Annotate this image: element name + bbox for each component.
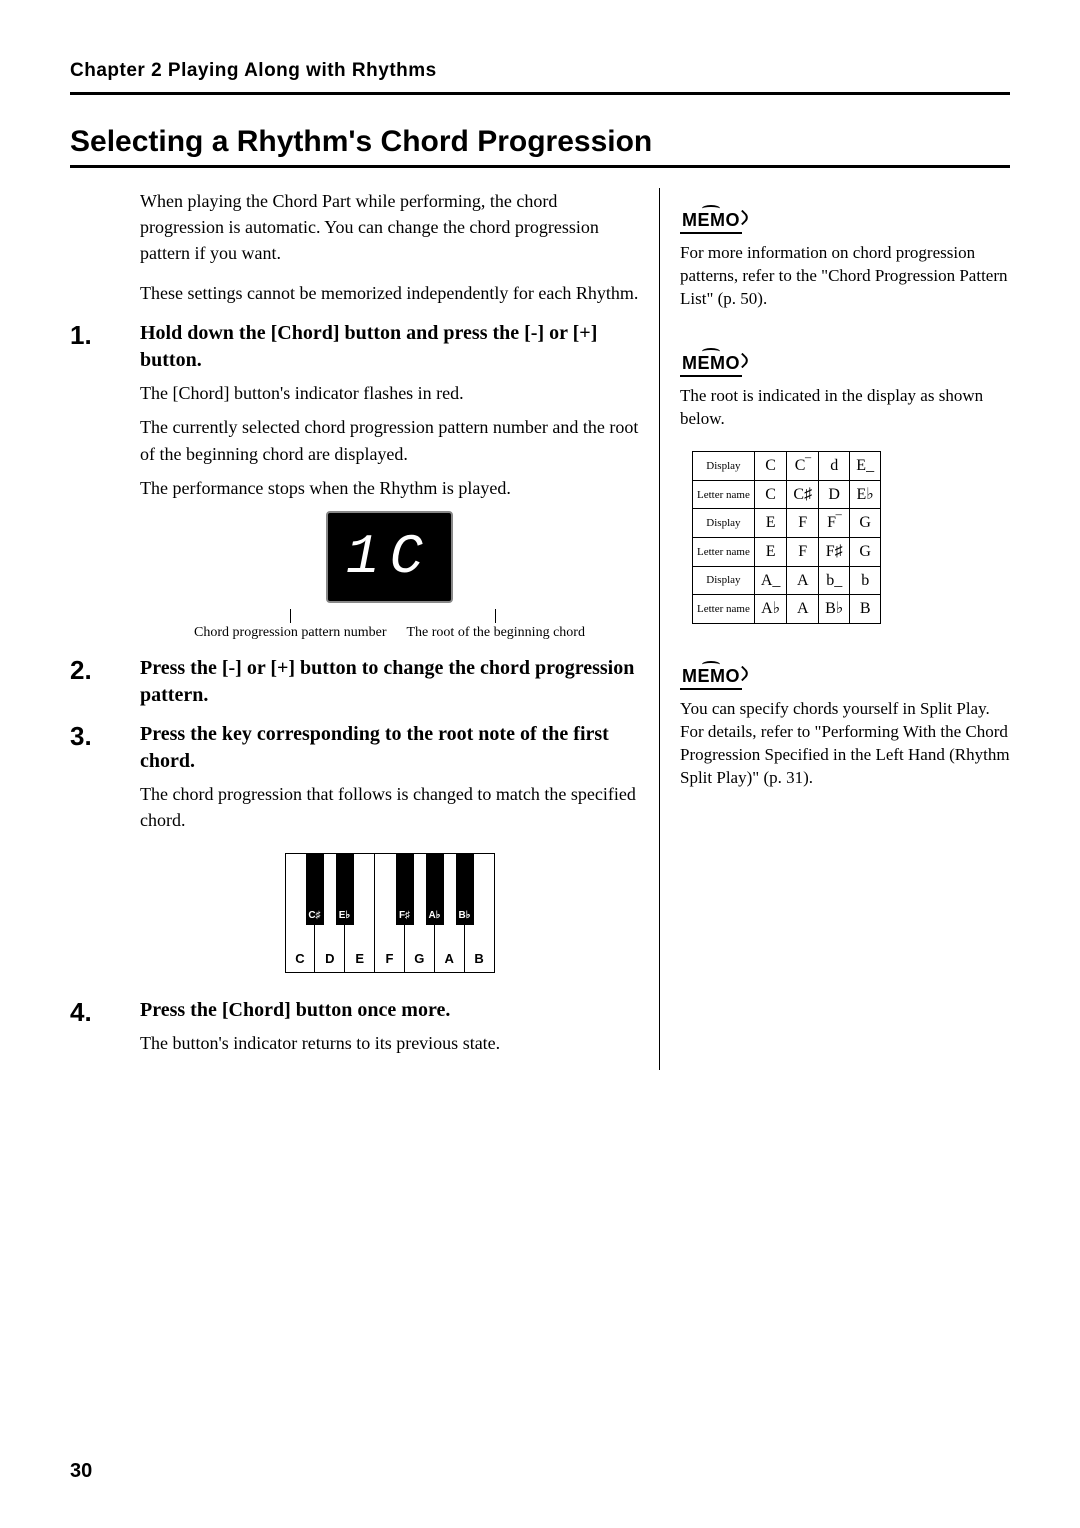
step-text: The chord progression that follows is ch… bbox=[140, 781, 639, 833]
callout-right: The root of the beginning chord bbox=[407, 609, 585, 641]
lcd-text: 1C bbox=[346, 525, 433, 589]
black-key: F♯ bbox=[396, 853, 414, 925]
memo-icon: MEMO bbox=[680, 664, 742, 690]
step-heading: Press the key corresponding to the root … bbox=[140, 721, 639, 775]
black-key: A♭ bbox=[426, 853, 444, 925]
step-3: 3. Press the key corresponding to the ro… bbox=[70, 721, 639, 991]
intro-paragraph: These settings cannot be memorized indep… bbox=[140, 280, 639, 306]
step-number: 1. bbox=[70, 320, 140, 648]
memo-text: The root is indicated in the display as … bbox=[680, 385, 1010, 431]
step-number: 4. bbox=[70, 997, 140, 1064]
step-1: 1. Hold down the [Chord] button and pres… bbox=[70, 320, 639, 648]
black-key: B♭ bbox=[456, 853, 474, 925]
memo-text: You can specify chords yourself in Split… bbox=[680, 698, 1010, 790]
step-heading: Hold down the [Chord] button and press t… bbox=[140, 320, 639, 374]
step-text: The currently selected chord progression… bbox=[140, 414, 639, 466]
page-number: 30 bbox=[70, 1460, 92, 1483]
memo-text: For more information on chord progressio… bbox=[680, 242, 1010, 311]
intro-paragraph: When playing the Chord Part while perfor… bbox=[140, 188, 639, 266]
black-key: C♯ bbox=[306, 853, 324, 925]
lcd-figure: 1C Chord progression pattern number The … bbox=[140, 511, 639, 641]
black-key: E♭ bbox=[336, 853, 354, 925]
main-column: When playing the Chord Part while perfor… bbox=[70, 188, 660, 1070]
callout-left: Chord progression pattern number bbox=[194, 609, 386, 641]
section-title: Selecting a Rhythm's Chord Progression bbox=[70, 125, 1010, 168]
step-2: 2. Press the [-] or [+] button to change… bbox=[70, 655, 639, 715]
memo-icon: MEMO bbox=[680, 208, 742, 234]
side-column: MEMO For more information on chord progr… bbox=[680, 188, 1010, 1070]
root-display-table: DisplayCC‾dE_ Letter nameCC♯DE♭ DisplayE… bbox=[692, 451, 881, 624]
chapter-header: Chapter 2 Playing Along with Rhythms bbox=[70, 60, 1010, 92]
step-number: 2. bbox=[70, 655, 140, 715]
step-heading: Press the [-] or [+] button to change th… bbox=[140, 655, 639, 709]
step-text: The [Chord] button's indicator flashes i… bbox=[140, 380, 639, 406]
step-heading: Press the [Chord] button once more. bbox=[140, 997, 639, 1024]
step-text: The performance stops when the Rhythm is… bbox=[140, 475, 639, 501]
keyboard-figure: C D E F G A B C♯ E♭ F♯ A♭ B♭ bbox=[140, 843, 639, 983]
step-number: 3. bbox=[70, 721, 140, 991]
step-text: The button's indicator returns to its pr… bbox=[140, 1030, 639, 1056]
step-4: 4. Press the [Chord] button once more. T… bbox=[70, 997, 639, 1064]
header-rule bbox=[70, 92, 1010, 95]
lcd-display: 1C bbox=[326, 511, 453, 603]
memo-icon: MEMO bbox=[680, 351, 742, 377]
